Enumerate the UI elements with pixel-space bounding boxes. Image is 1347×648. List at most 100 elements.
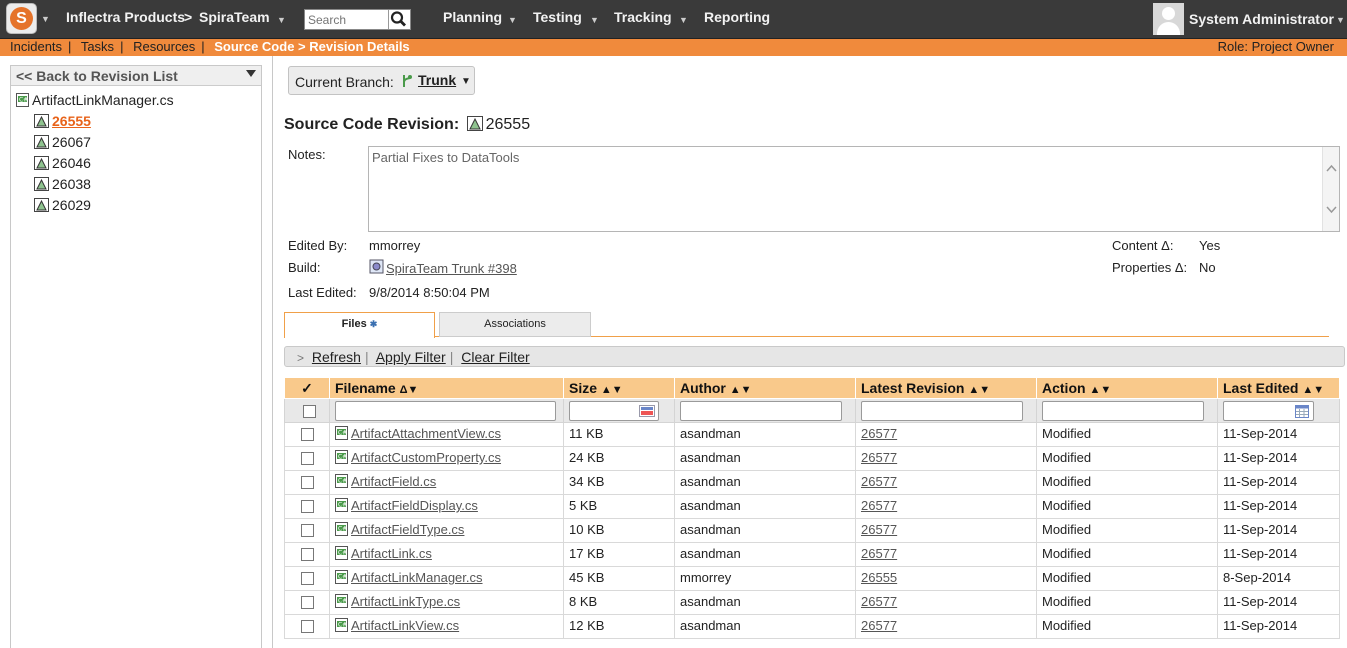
column-header-author[interactable]: Author ▲▼ bbox=[674, 377, 856, 399]
sort-icon[interactable]: ▲▼ bbox=[1089, 384, 1111, 396]
search-input[interactable] bbox=[305, 10, 389, 29]
sort-icon[interactable]: ▲▼ bbox=[601, 384, 623, 396]
planning-dropdown-icon[interactable]: ▼ bbox=[508, 15, 517, 25]
menu-tracking[interactable]: Tracking bbox=[614, 9, 672, 25]
row-checkbox[interactable] bbox=[300, 548, 314, 562]
project-name[interactable]: SpiraTeam bbox=[199, 9, 270, 25]
filename-link[interactable]: ArtifactLinkType.cs bbox=[351, 594, 460, 609]
tree-revision-26067[interactable]: 26067 bbox=[34, 134, 91, 150]
project-dropdown-icon[interactable]: ▼ bbox=[277, 15, 286, 25]
filename-link[interactable]: ArtifactField.cs bbox=[351, 474, 436, 489]
column-header-action[interactable]: Action ▲▼ bbox=[1036, 377, 1218, 399]
current-location: Source Code > Revision Details bbox=[214, 39, 410, 54]
build-gear-icon bbox=[369, 259, 384, 274]
branch-value: Trunk bbox=[418, 72, 457, 88]
filename-link[interactable]: ArtifactFieldDisplay.cs bbox=[351, 498, 478, 513]
menu-testing[interactable]: Testing bbox=[533, 9, 582, 25]
latest-revision-link[interactable]: 26577 bbox=[861, 546, 897, 561]
refresh-link[interactable]: Refresh bbox=[312, 349, 361, 365]
range-filter-icon[interactable] bbox=[639, 404, 655, 417]
search-button[interactable] bbox=[388, 10, 410, 29]
tree-file[interactable]: C# ArtifactLinkManager.cs bbox=[16, 92, 174, 108]
notes-scrollbar[interactable] bbox=[1322, 147, 1339, 231]
product-name[interactable]: Inflectra Products bbox=[66, 9, 185, 25]
menu-planning[interactable]: Planning bbox=[443, 9, 502, 25]
apply-filter-link[interactable]: Apply Filter bbox=[376, 349, 446, 365]
tree-revision-26038[interactable]: 26038 bbox=[34, 176, 91, 192]
row-checkbox[interactable] bbox=[300, 500, 314, 514]
author-filter-input[interactable] bbox=[680, 400, 842, 421]
column-header-last-edited[interactable]: Last Edited ▲▼ bbox=[1217, 377, 1340, 399]
tree-revision-26046[interactable]: 26046 bbox=[34, 155, 91, 171]
filename-link[interactable]: ArtifactLinkView.cs bbox=[351, 618, 459, 633]
row-checkbox[interactable] bbox=[300, 524, 314, 538]
filename-link[interactable]: ArtifactAttachmentView.cs bbox=[351, 426, 501, 441]
tab-files-label: Files bbox=[341, 318, 367, 330]
panel-divider[interactable] bbox=[272, 56, 273, 648]
row-checkbox[interactable] bbox=[300, 572, 314, 586]
row-checkbox[interactable] bbox=[300, 428, 314, 442]
latest-revision-link[interactable]: 26577 bbox=[861, 522, 897, 537]
latest-revision-link[interactable]: 26577 bbox=[861, 426, 897, 441]
tree-revision-26555[interactable]: 26555 bbox=[34, 113, 91, 129]
testing-dropdown-icon[interactable]: ▼ bbox=[590, 15, 599, 25]
latest-revision-link[interactable]: 26577 bbox=[861, 474, 897, 489]
filename-filter-input[interactable] bbox=[335, 400, 556, 421]
avatar[interactable] bbox=[1153, 3, 1184, 35]
sidebar-dropdown-icon[interactable] bbox=[246, 70, 256, 77]
branch-selector[interactable]: Current Branch: Trunk ▼ bbox=[288, 66, 475, 95]
row-checkbox[interactable] bbox=[300, 476, 314, 490]
spira-logo[interactable]: S bbox=[6, 3, 37, 34]
sort-icon[interactable]: ▲▼ bbox=[968, 384, 990, 396]
tree-revision-26029[interactable]: 26029 bbox=[34, 197, 91, 213]
select-all-checkbox[interactable] bbox=[303, 405, 316, 419]
file-author: asandman bbox=[680, 522, 741, 537]
tab-associations[interactable]: Associations bbox=[439, 312, 591, 337]
calendar-icon[interactable] bbox=[1295, 404, 1309, 418]
user-name[interactable]: System Administrator bbox=[1189, 11, 1334, 27]
revision-filter-input[interactable] bbox=[861, 400, 1023, 421]
spira-logo-icon: S bbox=[10, 7, 33, 30]
row-checkbox[interactable] bbox=[300, 452, 314, 466]
sort-icon[interactable]: ▲▼ bbox=[1302, 384, 1324, 396]
sort-icon[interactable]: ▲▼ bbox=[730, 384, 752, 396]
column-header-filename[interactable]: Filename Δ▼ bbox=[329, 377, 564, 399]
back-to-revision-list-link[interactable]: << Back to Revision List bbox=[16, 68, 178, 84]
build-value[interactable]: SpiraTeam Trunk #398 bbox=[369, 259, 517, 276]
logo-dropdown-icon[interactable]: ▼ bbox=[41, 14, 50, 24]
filename-link[interactable]: ArtifactLinkManager.cs bbox=[351, 570, 483, 585]
column-header-latest-revision[interactable]: Latest Revision ▲▼ bbox=[855, 377, 1037, 399]
date-filter-input[interactable] bbox=[1223, 400, 1314, 421]
search-box bbox=[304, 9, 411, 30]
menu-reporting[interactable]: Reporting bbox=[704, 9, 770, 25]
latest-revision-link[interactable]: 26577 bbox=[861, 450, 897, 465]
row-checkbox[interactable] bbox=[300, 596, 314, 610]
search-icon bbox=[390, 11, 406, 27]
breadcrumb-arrow: > bbox=[184, 9, 193, 25]
file-author: asandman bbox=[680, 594, 741, 609]
filename-link[interactable]: ArtifactFieldType.cs bbox=[351, 522, 464, 537]
column-header-size[interactable]: Size ▲▼ bbox=[563, 377, 675, 399]
build-link[interactable]: SpiraTeam Trunk #398 bbox=[386, 261, 517, 276]
filename-link[interactable]: ArtifactLink.cs bbox=[351, 546, 432, 561]
tracking-dropdown-icon[interactable]: ▼ bbox=[679, 15, 688, 25]
latest-revision-link[interactable]: 26555 bbox=[861, 570, 897, 585]
nav-tasks[interactable]: Tasks bbox=[81, 39, 114, 54]
action-filter-input[interactable] bbox=[1042, 400, 1204, 421]
user-dropdown-icon[interactable]: ▼ bbox=[1336, 15, 1345, 25]
size-filter-input[interactable] bbox=[569, 400, 659, 421]
filename-link[interactable]: ArtifactCustomProperty.cs bbox=[351, 450, 501, 465]
nav-incidents[interactable]: Incidents bbox=[10, 39, 62, 54]
row-checkbox[interactable] bbox=[300, 620, 314, 634]
tab-files[interactable]: Files ✱ bbox=[284, 312, 435, 338]
latest-revision-link[interactable]: 26577 bbox=[861, 618, 897, 633]
files-table: ✓ Filename Δ▼ Size ▲▼ Author ▲▼ Latest R… bbox=[284, 377, 1340, 639]
nav-resources[interactable]: Resources bbox=[133, 39, 195, 54]
latest-revision-link[interactable]: 26577 bbox=[861, 498, 897, 513]
sort-icon[interactable]: Δ▼ bbox=[400, 384, 419, 396]
clear-filter-link[interactable]: Clear Filter bbox=[461, 349, 529, 365]
notes-field[interactable]: Partial Fixes to DataTools bbox=[368, 146, 1340, 232]
latest-revision-link[interactable]: 26577 bbox=[861, 594, 897, 609]
select-all-header[interactable]: ✓ bbox=[284, 377, 330, 399]
tree-revision-label: 26555 bbox=[52, 113, 91, 129]
